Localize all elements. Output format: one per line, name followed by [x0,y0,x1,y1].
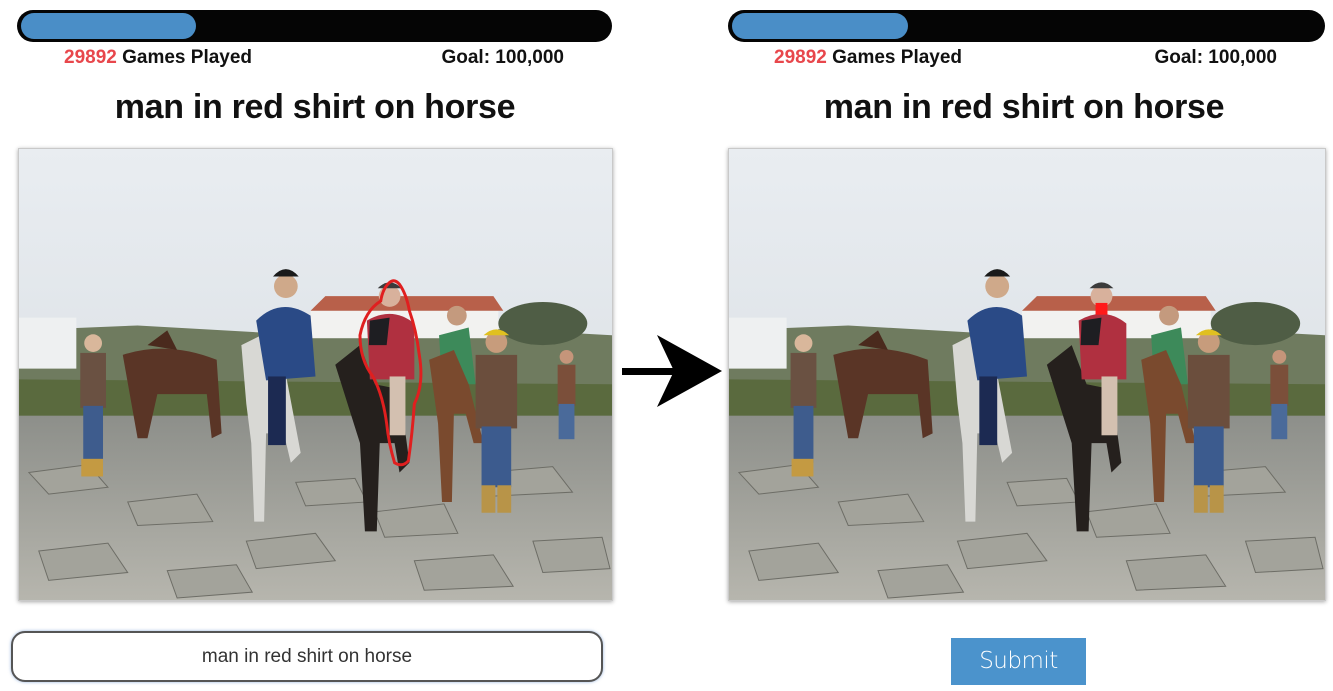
left-game-panel: 29892 Games Played Goal: 100,000 man in … [0,0,620,691]
stats-row: 29892 Games Played Goal: 100,000 [774,47,1277,71]
right-game-panel: 29892 Games Played Goal: 100,000 man in … [715,0,1333,691]
referring-phrase: man in red shirt on horse [823,88,1225,126]
arrow-right-icon [622,335,722,414]
games-progress-bar [728,10,1325,42]
games-played-stat: 29892 Games Played [774,47,962,69]
goal-stat: Goal: 100,000 [1154,47,1277,68]
games-progress-bar [17,10,612,42]
phrase-input[interactable]: man in red shirt on horse [11,631,603,682]
submit-button[interactable]: Submit [951,638,1086,685]
game-photo[interactable] [728,148,1326,601]
goal-stat: Goal: 100,000 [441,47,564,68]
games-label: Games Played [826,47,963,68]
games-label: Games Played [116,47,253,68]
games-count: 29892 [774,47,827,68]
game-photo[interactable] [18,148,613,601]
games-progress-fill [732,13,908,39]
games-played-stat: 29892 Games Played [64,47,252,69]
games-count: 29892 [64,47,117,68]
selection-marker [1095,302,1108,315]
stats-row: 29892 Games Played Goal: 100,000 [64,47,564,71]
referring-phrase: man in red shirt on horse [114,88,516,126]
games-progress-fill [21,13,196,39]
